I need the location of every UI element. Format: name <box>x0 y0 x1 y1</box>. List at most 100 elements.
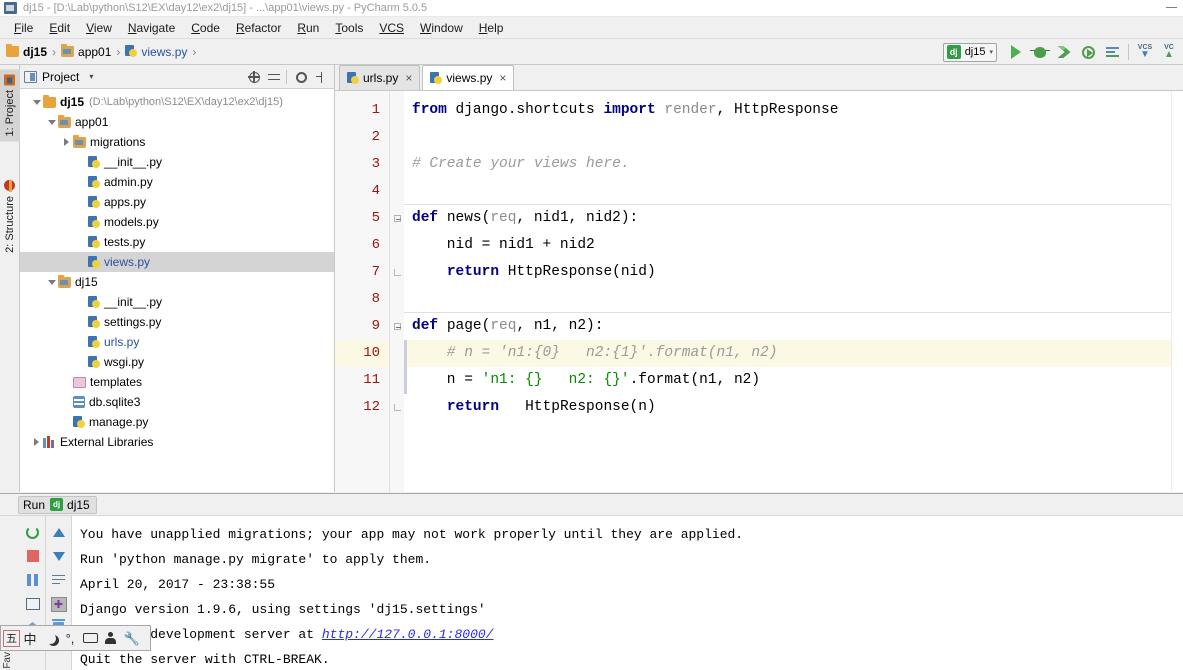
code-token-param: render <box>664 102 717 118</box>
tab-views-py[interactable]: views.py × <box>422 65 515 90</box>
tree-expand-arrow-down[interactable] <box>30 99 43 105</box>
tree-item-app01[interactable]: app01 <box>20 112 334 132</box>
code-line[interactable]: def news(req, nid1, nid2): <box>404 205 1171 232</box>
code-line[interactable] <box>404 124 1171 151</box>
run-configuration-selector[interactable]: dj dj15 ▾ <box>942 42 997 62</box>
tree-item-settings-py[interactable]: settings.py <box>20 312 334 332</box>
breadcrumb-item-views-py[interactable]: views.py <box>125 44 187 59</box>
code-line[interactable]: n = 'n1: {} n2: {}'.format(n1, n2) <box>404 367 1171 394</box>
close-icon[interactable]: × <box>405 72 412 84</box>
code-text-area[interactable]: from django.shortcuts import render, Htt… <box>404 91 1171 492</box>
code-line[interactable]: from django.shortcuts import render, Htt… <box>404 97 1171 124</box>
tree-item-templates[interactable]: templates <box>20 372 334 392</box>
code-line[interactable]: # n = 'n1:{0} n2:{1}'.format(n1, n2) <box>404 340 1171 367</box>
run-coverage-button[interactable] <box>1053 41 1075 63</box>
soft-wrap-button[interactable] <box>48 568 70 592</box>
ime-halfwidth-toggle[interactable] <box>40 626 60 650</box>
pause-button[interactable] <box>22 568 44 592</box>
print-console-button[interactable]: ✚ <box>48 592 70 616</box>
scroll-down-button[interactable] <box>48 544 70 568</box>
sidebar-item-favorites[interactable]: Fav <box>2 652 13 669</box>
console-output[interactable]: You have unapplied migrations; your app … <box>72 516 1183 670</box>
tree-item-dj15[interactable]: dj15 <box>20 272 334 292</box>
chevron-down-icon[interactable]: ▾ <box>89 72 93 81</box>
tree-item-__init__-py[interactable]: __init__.py <box>20 292 334 312</box>
tree-item-tests-py[interactable]: tests.py <box>20 232 334 252</box>
console-link[interactable]: http://127.0.0.1:8000/ <box>322 627 494 642</box>
fold-toggle[interactable] <box>390 394 404 421</box>
editor-scrollbar[interactable] <box>1171 91 1183 492</box>
tree-item-admin-py[interactable]: admin.py <box>20 172 334 192</box>
menu-item-navigate[interactable]: Navigate <box>120 19 183 37</box>
run-with-profiler-button[interactable] <box>1077 41 1099 63</box>
code-line[interactable]: return HttpResponse(n) <box>404 394 1171 421</box>
tree-item-dj15[interactable]: dj15 (D:\Lab\python\S12\EX\day12\ex2\dj15… <box>20 92 334 112</box>
debug-button[interactable] <box>1029 41 1051 63</box>
run-tab[interactable]: Run dj dj15 <box>18 495 97 514</box>
settings-button[interactable] <box>292 68 310 86</box>
sidebar-item-project[interactable]: 1: Project <box>0 69 20 142</box>
code-line[interactable]: nid = nid1 + nid2 <box>404 232 1171 259</box>
code-line[interactable]: return HttpResponse(nid) <box>404 259 1171 286</box>
tree-item-__init__-py[interactable]: __init__.py <box>20 152 334 172</box>
rerun-button[interactable] <box>22 520 44 544</box>
code-folding-gutter[interactable] <box>390 91 404 492</box>
menu-item-edit[interactable]: Edit <box>41 19 78 37</box>
breadcrumb-item-app01[interactable]: app01 <box>61 43 111 59</box>
fold-toggle[interactable] <box>390 313 404 340</box>
menu-item-vcs[interactable]: VCS <box>371 19 412 37</box>
code-line[interactable]: def page(req, n1, n2): <box>404 313 1171 340</box>
vcs-commit-button[interactable]: VC ▲ <box>1158 41 1180 63</box>
tree-item-wsgi-py[interactable]: wsgi.py <box>20 352 334 372</box>
breadcrumb-item-dj15[interactable]: dj15 <box>6 43 47 59</box>
tree-expand-arrow-down[interactable] <box>45 119 58 125</box>
collapse-all-button[interactable] <box>265 68 283 86</box>
scroll-from-source-button[interactable] <box>245 68 263 86</box>
project-tree[interactable]: dj15 (D:\Lab\python\S12\EX\day12\ex2\dj15… <box>20 89 334 492</box>
code-line[interactable] <box>404 178 1171 205</box>
ime-mode-indicator[interactable]: 五 <box>3 629 20 647</box>
tree-expand-arrow-right[interactable] <box>30 438 43 446</box>
menu-item-tools[interactable]: Tools <box>327 19 371 37</box>
menu-item-refactor[interactable]: Refactor <box>228 19 289 37</box>
scroll-up-button[interactable] <box>48 520 70 544</box>
menu-item-help[interactable]: Help <box>471 19 512 37</box>
tree-item-external-libraries[interactable]: External Libraries <box>20 432 334 452</box>
tree-item-migrations[interactable]: migrations <box>20 132 334 152</box>
ime-chinese-toggle[interactable]: 中 <box>20 626 40 650</box>
run-button[interactable] <box>1005 41 1027 63</box>
hide-panel-button[interactable] <box>312 68 330 86</box>
tree-item-db-sqlite3[interactable]: db.sqlite3 <box>20 392 334 412</box>
ime-punctuation-toggle[interactable]: °, <box>60 626 80 650</box>
tab-urls-py[interactable]: urls.py × <box>339 65 421 90</box>
vcs-update-button[interactable]: VCS ▼ <box>1134 41 1156 63</box>
ime-softkeyboard-button[interactable] <box>80 626 100 650</box>
ime-handwriting-button[interactable] <box>100 626 120 650</box>
fold-toggle[interactable] <box>390 205 404 232</box>
ime-settings-button[interactable]: 🔧 <box>120 626 140 650</box>
tree-item-views-py[interactable]: views.py <box>20 252 334 272</box>
fold-toggle[interactable] <box>390 259 404 286</box>
attach-button[interactable] <box>1101 41 1123 63</box>
tree-item-urls-py[interactable]: urls.py <box>20 332 334 352</box>
tree-item-manage-py[interactable]: manage.py <box>20 412 334 432</box>
tree-item-label: dj15 <box>75 275 98 289</box>
menu-item-code[interactable]: Code <box>183 19 228 37</box>
menu-item-run[interactable]: Run <box>289 19 327 37</box>
code-line[interactable] <box>404 286 1171 313</box>
tree-item-apps-py[interactable]: apps.py <box>20 192 334 212</box>
code-line[interactable]: # Create your views here. <box>404 151 1171 178</box>
tree-expand-arrow-down[interactable] <box>45 279 58 285</box>
minimize-button[interactable] <box>1166 7 1177 8</box>
tree-expand-arrow-right[interactable] <box>60 138 73 146</box>
menu-item-window[interactable]: Window <box>412 19 471 37</box>
close-icon[interactable]: × <box>499 72 506 84</box>
menu-item-view[interactable]: View <box>78 19 120 37</box>
stop-button[interactable] <box>22 544 44 568</box>
tree-item-models-py[interactable]: models.py <box>20 212 334 232</box>
menu-item-file[interactable]: File <box>6 19 41 37</box>
sidebar-item-structure[interactable]: 2: Structure <box>0 175 20 258</box>
structure-icon <box>4 180 16 191</box>
console-text: Run 'python manage.py migrate' to apply … <box>80 552 432 567</box>
print-button[interactable] <box>22 592 44 616</box>
